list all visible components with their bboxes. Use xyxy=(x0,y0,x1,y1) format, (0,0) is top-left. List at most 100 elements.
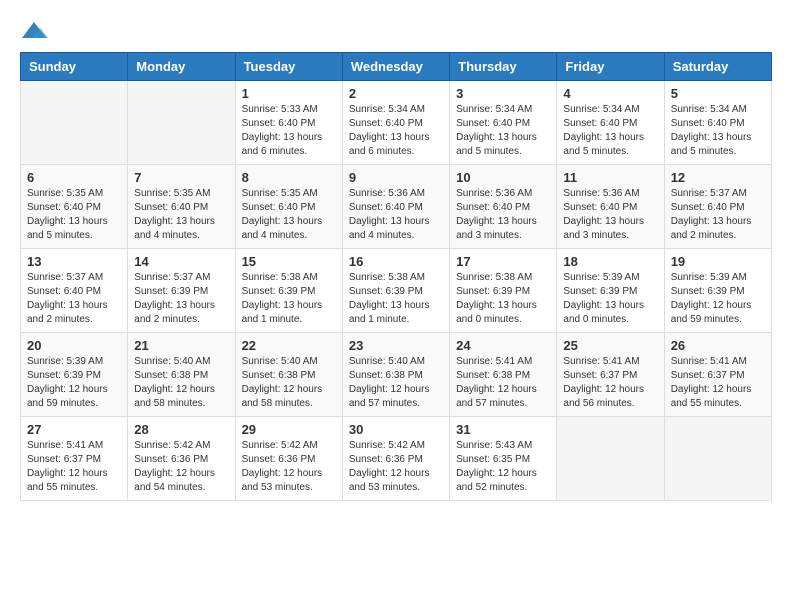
weekday-header: Monday xyxy=(128,53,235,81)
calendar-day-cell: 18 Sunrise: 5:39 AMSunset: 6:39 PMDayligh… xyxy=(557,249,664,333)
page-header xyxy=(20,20,772,42)
day-info: Sunrise: 5:38 AMSunset: 6:39 PMDaylight:… xyxy=(349,271,443,327)
logo-icon xyxy=(20,20,48,42)
calendar-day-cell: 19 Sunrise: 5:39 AMSunset: 6:39 PMDayligh… xyxy=(664,249,771,333)
calendar-day-cell xyxy=(557,417,664,501)
day-info: Sunrise: 5:36 AMSunset: 6:40 PMDaylight:… xyxy=(349,187,443,243)
calendar-day-cell: 11 Sunrise: 5:36 AMSunset: 6:40 PMDayligh… xyxy=(557,165,664,249)
day-info: Sunrise: 5:42 AMSunset: 6:36 PMDaylight:… xyxy=(349,439,443,495)
calendar-day-cell: 31 Sunrise: 5:43 AMSunset: 6:35 PMDayligh… xyxy=(450,417,557,501)
day-number: 20 xyxy=(27,338,121,353)
day-info: Sunrise: 5:34 AMSunset: 6:40 PMDaylight:… xyxy=(456,103,550,159)
calendar-day-cell: 16 Sunrise: 5:38 AMSunset: 6:39 PMDayligh… xyxy=(342,249,449,333)
day-number: 6 xyxy=(27,170,121,185)
calendar-day-cell: 27 Sunrise: 5:41 AMSunset: 6:37 PMDayligh… xyxy=(21,417,128,501)
calendar-day-cell: 14 Sunrise: 5:37 AMSunset: 6:39 PMDayligh… xyxy=(128,249,235,333)
day-info: Sunrise: 5:37 AMSunset: 6:40 PMDaylight:… xyxy=(671,187,765,243)
calendar-day-cell: 12 Sunrise: 5:37 AMSunset: 6:40 PMDayligh… xyxy=(664,165,771,249)
calendar-day-cell: 21Sunrise: 5:40 AMSunset: 6:38 PMDayligh… xyxy=(128,333,235,417)
calendar-day-cell: 13 Sunrise: 5:37 AMSunset: 6:40 PMDayligh… xyxy=(21,249,128,333)
day-number: 28 xyxy=(134,422,228,437)
day-info: Sunrise: 5:38 AMSunset: 6:39 PMDaylight:… xyxy=(242,271,336,327)
day-number: 7 xyxy=(134,170,228,185)
weekday-header: Saturday xyxy=(664,53,771,81)
calendar-day-cell: 1 Sunrise: 5:33 AMSunset: 6:40 PMDaylight… xyxy=(235,81,342,165)
weekday-header: Friday xyxy=(557,53,664,81)
calendar-table: SundayMondayTuesdayWednesdayThursdayFrid… xyxy=(20,52,772,501)
day-info: Sunrise: 5:41 AMSunset: 6:37 PMDaylight:… xyxy=(563,355,657,411)
day-number: 1 xyxy=(242,86,336,101)
day-number: 26 xyxy=(671,338,765,353)
day-info: Sunrise: 5:36 AMSunset: 6:40 PMDaylight:… xyxy=(563,187,657,243)
day-info: Sunrise: 5:34 AMSunset: 6:40 PMDaylight:… xyxy=(671,103,765,159)
calendar-day-cell xyxy=(664,417,771,501)
day-number: 29 xyxy=(242,422,336,437)
day-info: Sunrise: 5:37 AMSunset: 6:39 PMDaylight:… xyxy=(134,271,228,327)
day-number: 24 xyxy=(456,338,550,353)
calendar-week-row: 1 Sunrise: 5:33 AMSunset: 6:40 PMDaylight… xyxy=(21,81,772,165)
calendar-day-cell: 8Sunrise: 5:35 AMSunset: 6:40 PMDaylight… xyxy=(235,165,342,249)
day-info: Sunrise: 5:41 AMSunset: 6:38 PMDaylight:… xyxy=(456,355,550,411)
day-info: Sunrise: 5:35 AMSunset: 6:40 PMDaylight:… xyxy=(134,187,228,243)
day-info: Sunrise: 5:42 AMSunset: 6:36 PMDaylight:… xyxy=(134,439,228,495)
day-number: 3 xyxy=(456,86,550,101)
day-number: 8 xyxy=(242,170,336,185)
calendar-day-cell: 25 Sunrise: 5:41 AMSunset: 6:37 PMDayligh… xyxy=(557,333,664,417)
day-info: Sunrise: 5:38 AMSunset: 6:39 PMDaylight:… xyxy=(456,271,550,327)
calendar-day-cell: 10 Sunrise: 5:36 AMSunset: 6:40 PMDayligh… xyxy=(450,165,557,249)
day-info: Sunrise: 5:36 AMSunset: 6:40 PMDaylight:… xyxy=(456,187,550,243)
day-number: 4 xyxy=(563,86,657,101)
day-number: 9 xyxy=(349,170,443,185)
day-number: 23 xyxy=(349,338,443,353)
calendar-day-cell xyxy=(128,81,235,165)
day-number: 15 xyxy=(242,254,336,269)
day-info: Sunrise: 5:33 AMSunset: 6:40 PMDaylight:… xyxy=(242,103,336,159)
day-info: Sunrise: 5:34 AMSunset: 6:40 PMDaylight:… xyxy=(563,103,657,159)
day-number: 11 xyxy=(563,170,657,185)
day-info: Sunrise: 5:43 AMSunset: 6:35 PMDaylight:… xyxy=(456,439,550,495)
day-number: 16 xyxy=(349,254,443,269)
calendar-day-cell: 26 Sunrise: 5:41 AMSunset: 6:37 PMDayligh… xyxy=(664,333,771,417)
calendar-day-cell: 2 Sunrise: 5:34 AMSunset: 6:40 PMDaylight… xyxy=(342,81,449,165)
weekday-header: Wednesday xyxy=(342,53,449,81)
calendar-day-cell: 30 Sunrise: 5:42 AMSunset: 6:36 PMDayligh… xyxy=(342,417,449,501)
day-info: Sunrise: 5:41 AMSunset: 6:37 PMDaylight:… xyxy=(27,439,121,495)
day-info: Sunrise: 5:42 AMSunset: 6:36 PMDaylight:… xyxy=(242,439,336,495)
day-info: Sunrise: 5:37 AMSunset: 6:40 PMDaylight:… xyxy=(27,271,121,327)
day-number: 25 xyxy=(563,338,657,353)
day-info: Sunrise: 5:41 AMSunset: 6:37 PMDaylight:… xyxy=(671,355,765,411)
logo xyxy=(20,20,52,42)
day-number: 19 xyxy=(671,254,765,269)
day-info: Sunrise: 5:39 AMSunset: 6:39 PMDaylight:… xyxy=(563,271,657,327)
day-number: 18 xyxy=(563,254,657,269)
calendar-day-cell: 28 Sunrise: 5:42 AMSunset: 6:36 PMDayligh… xyxy=(128,417,235,501)
weekday-header: Thursday xyxy=(450,53,557,81)
calendar-day-cell: 24 Sunrise: 5:41 AMSunset: 6:38 PMDayligh… xyxy=(450,333,557,417)
calendar-day-cell: 7 Sunrise: 5:35 AMSunset: 6:40 PMDaylight… xyxy=(128,165,235,249)
calendar-day-cell: 9 Sunrise: 5:36 AMSunset: 6:40 PMDaylight… xyxy=(342,165,449,249)
calendar-day-cell: 4 Sunrise: 5:34 AMSunset: 6:40 PMDaylight… xyxy=(557,81,664,165)
day-number: 2 xyxy=(349,86,443,101)
day-number: 13 xyxy=(27,254,121,269)
calendar-day-cell: 23Sunrise: 5:40 AMSunset: 6:38 PMDayligh… xyxy=(342,333,449,417)
calendar-week-row: 13 Sunrise: 5:37 AMSunset: 6:40 PMDayligh… xyxy=(21,249,772,333)
calendar-header-row: SundayMondayTuesdayWednesdayThursdayFrid… xyxy=(21,53,772,81)
day-number: 10 xyxy=(456,170,550,185)
calendar-day-cell xyxy=(21,81,128,165)
calendar-day-cell: 29 Sunrise: 5:42 AMSunset: 6:36 PMDayligh… xyxy=(235,417,342,501)
day-number: 17 xyxy=(456,254,550,269)
calendar-day-cell: 15 Sunrise: 5:38 AMSunset: 6:39 PMDayligh… xyxy=(235,249,342,333)
calendar-day-cell: 20 Sunrise: 5:39 AMSunset: 6:39 PMDayligh… xyxy=(21,333,128,417)
day-number: 5 xyxy=(671,86,765,101)
day-number: 27 xyxy=(27,422,121,437)
day-number: 30 xyxy=(349,422,443,437)
calendar-day-cell: 22Sunrise: 5:40 AMSunset: 6:38 PMDayligh… xyxy=(235,333,342,417)
day-info: Sunrise: 5:39 AMSunset: 6:39 PMDaylight:… xyxy=(27,355,121,411)
day-info: Sunrise: 5:39 AMSunset: 6:39 PMDaylight:… xyxy=(671,271,765,327)
calendar-week-row: 20 Sunrise: 5:39 AMSunset: 6:39 PMDayligh… xyxy=(21,333,772,417)
day-number: 14 xyxy=(134,254,228,269)
day-number: 31 xyxy=(456,422,550,437)
day-number: 12 xyxy=(671,170,765,185)
calendar-week-row: 27 Sunrise: 5:41 AMSunset: 6:37 PMDayligh… xyxy=(21,417,772,501)
day-info: Sunrise: 5:34 AMSunset: 6:40 PMDaylight:… xyxy=(349,103,443,159)
